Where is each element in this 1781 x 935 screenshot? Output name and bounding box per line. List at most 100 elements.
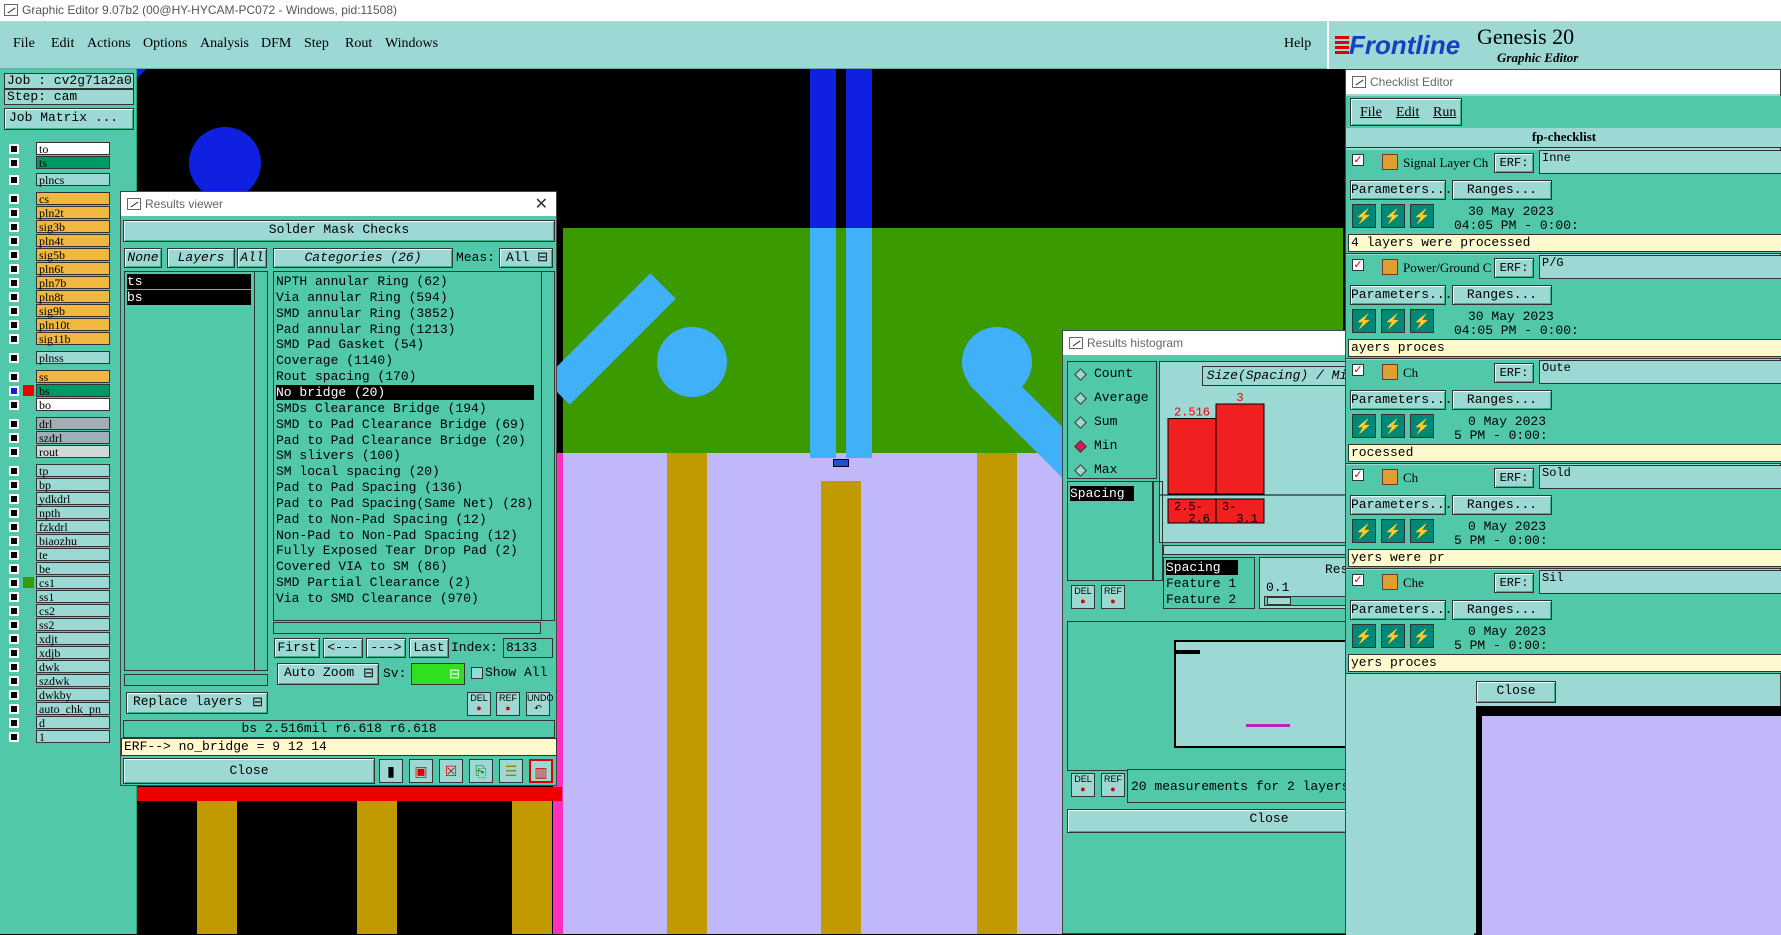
layer-color-swatch[interactable] xyxy=(23,333,34,344)
erf-value[interactable]: Sold xyxy=(1539,465,1781,489)
ranges-button[interactable]: Ranges... xyxy=(1452,285,1552,305)
scrollbar-vertical[interactable] xyxy=(1153,481,1163,581)
report-icon[interactable]: ☰ xyxy=(499,759,523,783)
layer-name[interactable]: 1 xyxy=(36,730,110,743)
index-input[interactable]: 8133 xyxy=(503,638,553,658)
replace-layers-dropdown[interactable]: Replace layers ⊟ xyxy=(126,692,268,714)
layer-color-swatch[interactable] xyxy=(23,385,34,396)
layer-results-list[interactable]: ts bs xyxy=(124,271,268,671)
layer-name[interactable]: pln2t xyxy=(36,206,110,219)
layer-name[interactable]: ydkdrl xyxy=(36,492,110,505)
layer-checkbox[interactable] xyxy=(9,292,19,302)
layer-color-swatch[interactable] xyxy=(23,399,34,410)
layer-name[interactable]: plnss xyxy=(36,351,110,364)
none-button[interactable]: None xyxy=(124,248,162,268)
category-item[interactable]: Pad to Pad Clearance Bridge (20) xyxy=(276,433,526,448)
layer-row[interactable]: ydkdrl xyxy=(4,492,110,505)
layer-color-swatch[interactable] xyxy=(23,432,34,443)
category-item[interactable]: SM local spacing (20) xyxy=(276,464,440,479)
layer-color-swatch[interactable] xyxy=(23,221,34,232)
category-item[interactable]: Coverage (1140) xyxy=(276,353,393,368)
radio-count[interactable] xyxy=(1074,368,1087,381)
layer-row[interactable]: bp xyxy=(4,478,110,491)
layer-checkbox[interactable] xyxy=(9,250,19,260)
layer-name[interactable]: te xyxy=(36,548,110,561)
error-marker[interactable] xyxy=(833,459,849,467)
menu-dfm[interactable]: DFM xyxy=(261,36,291,52)
layer-name[interactable]: cs xyxy=(36,192,110,205)
layer-checkbox[interactable] xyxy=(9,536,19,546)
layer-row[interactable]: be xyxy=(4,562,110,575)
layer-row[interactable]: sig5b xyxy=(4,248,110,261)
layer-name[interactable]: szdwk xyxy=(36,674,110,687)
close-button[interactable]: Close xyxy=(123,758,375,784)
layer-name[interactable]: sig9b xyxy=(36,304,110,317)
layer-name[interactable]: cs1 xyxy=(36,576,110,589)
layer-name[interactable]: npth xyxy=(36,506,110,519)
erf-value[interactable]: Inne xyxy=(1539,150,1781,174)
layer-name[interactable]: plncs xyxy=(36,173,110,186)
show-all-checkbox[interactable] xyxy=(471,667,483,679)
layer-row[interactable]: sig11b xyxy=(4,332,110,345)
layer-row[interactable]: cs1 xyxy=(4,576,110,589)
layer-row[interactable]: sig3b xyxy=(4,220,110,233)
layer-checkbox[interactable] xyxy=(9,419,19,429)
layer-row[interactable]: dwkby xyxy=(4,688,110,701)
layer-color-swatch[interactable] xyxy=(23,675,34,686)
layer-row[interactable]: pln8t xyxy=(4,290,110,303)
ref-button[interactable]: REF ● xyxy=(496,692,520,716)
sv-color-dropdown[interactable]: ⊟ xyxy=(411,663,465,685)
layer-row[interactable]: plncs xyxy=(4,173,110,186)
layer-row[interactable]: te xyxy=(4,548,110,561)
layer-color-swatch[interactable] xyxy=(23,235,34,246)
category-item[interactable]: No bridge (20) xyxy=(276,384,534,400)
parameters-button[interactable]: Parameters... xyxy=(1350,600,1452,620)
category-item[interactable]: Pad annular Ring (1213) xyxy=(276,322,455,337)
layer-color-swatch[interactable] xyxy=(23,305,34,316)
layer-name[interactable]: cs2 xyxy=(36,604,110,617)
layer-row[interactable]: pln4t xyxy=(4,234,110,247)
layer-color-swatch[interactable] xyxy=(23,143,34,154)
run-step-icon[interactable]: ⚡ xyxy=(1381,624,1405,648)
layer-color-swatch[interactable] xyxy=(23,207,34,218)
list-item[interactable]: Feature 2 xyxy=(1166,592,1236,607)
layer-name[interactable]: ts xyxy=(36,156,110,169)
stop-icon[interactable]: ⚡ xyxy=(1410,309,1434,333)
layer-checkbox[interactable] xyxy=(9,175,19,185)
layer-name[interactable]: pln4t xyxy=(36,234,110,247)
check-icon[interactable]: ✓ xyxy=(1352,469,1364,481)
category-item[interactable]: NPTH annular Ring (62) xyxy=(276,274,448,289)
display-icon[interactable]: ▮ xyxy=(379,759,403,783)
layer-checkbox[interactable] xyxy=(9,578,19,588)
category-item[interactable]: SMD to Pad Clearance Bridge (69) xyxy=(276,417,526,432)
layer-name[interactable]: ss2 xyxy=(36,618,110,631)
layer-name[interactable]: xdjb xyxy=(36,646,110,659)
layer-checkbox[interactable] xyxy=(9,278,19,288)
layer-color-swatch[interactable] xyxy=(23,689,34,700)
list-item[interactable]: ts xyxy=(127,274,251,289)
layer-checkbox[interactable] xyxy=(9,466,19,476)
layer-checkbox[interactable] xyxy=(9,158,19,168)
all-button[interactable]: All xyxy=(237,248,267,268)
menu-rout[interactable]: Rout xyxy=(345,36,372,52)
layer-row[interactable]: ss2 xyxy=(4,618,110,631)
layer-name[interactable]: bs xyxy=(36,384,110,397)
layer-name[interactable]: pln7b xyxy=(36,276,110,289)
layer-name[interactable]: dwkby xyxy=(36,688,110,701)
radio-average[interactable] xyxy=(1074,392,1087,405)
layer-row[interactable]: xdjt xyxy=(4,632,110,645)
layer-color-swatch[interactable] xyxy=(23,277,34,288)
del-button-bottom[interactable]: DEL ● xyxy=(1071,773,1095,797)
check-icon[interactable]: ✓ xyxy=(1352,364,1364,376)
run-icon[interactable]: ⚡ xyxy=(1352,309,1376,333)
category-item[interactable]: Rout spacing (170) xyxy=(276,369,416,384)
axis-list[interactable]: Spacing Feature 1 Feature 2 xyxy=(1163,557,1255,609)
export-icon[interactable]: ⎘ xyxy=(469,759,493,783)
category-item[interactable]: Via annular Ring (594) xyxy=(276,290,448,305)
layer-name[interactable]: pln8t xyxy=(36,290,110,303)
erf-value[interactable]: Oute xyxy=(1539,360,1781,384)
layer-row[interactable]: drl xyxy=(4,417,110,430)
layer-row[interactable]: pln10t xyxy=(4,318,110,331)
layer-color-swatch[interactable] xyxy=(23,731,34,742)
layer-name[interactable]: bp xyxy=(36,478,110,491)
